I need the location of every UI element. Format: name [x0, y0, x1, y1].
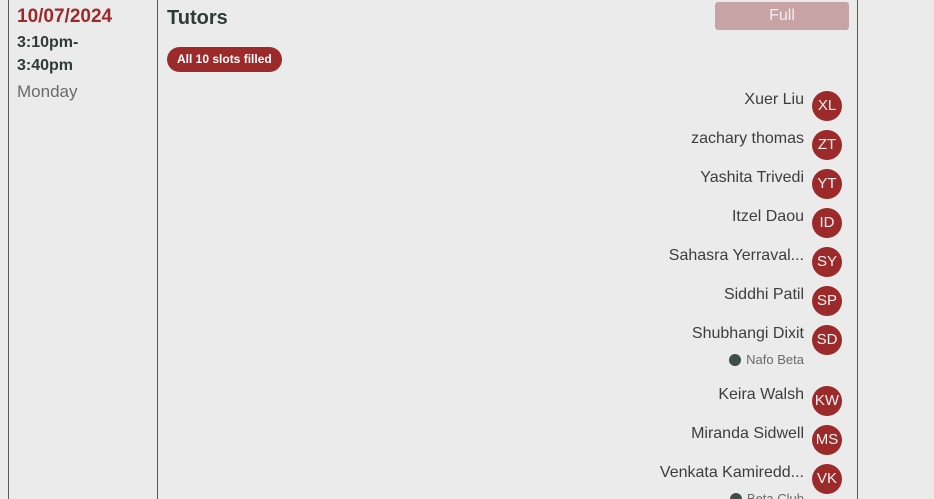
- tutor-name[interactable]: Sahasra Yerraval...: [669, 246, 804, 266]
- session-end-time: 3:40pm: [17, 57, 74, 74]
- club-dot-icon: [729, 493, 742, 499]
- session-time: 3:10pm- 3:40pm: [17, 31, 157, 77]
- tutor-avatar[interactable]: MS: [812, 425, 842, 455]
- tutor-club-label: Nafo Beta: [746, 352, 804, 367]
- tutor-item: Yashita Trivedi YT: [158, 168, 858, 207]
- tutor-club-tag: Beta Club: [729, 491, 804, 499]
- tutor-avatar[interactable]: ZT: [812, 130, 842, 160]
- club-dot-icon: [729, 354, 742, 366]
- tutor-avatar[interactable]: SD: [812, 325, 842, 355]
- tutor-item: Siddhi Patil SP: [158, 285, 858, 324]
- tutor-item: Keira Walsh KW: [158, 385, 858, 424]
- tutor-name[interactable]: Yashita Trivedi: [700, 168, 804, 188]
- tutor-name[interactable]: zachary thomas: [691, 129, 804, 149]
- tutor-name[interactable]: Miranda Sidwell: [691, 424, 804, 444]
- tutor-item: Shubhangi Dixit SD Nafo Beta: [158, 324, 858, 380]
- tutor-avatar[interactable]: ID: [812, 208, 842, 238]
- tutor-name[interactable]: Xuer Liu: [744, 90, 804, 110]
- session-date-column: 10/07/2024 3:10pm- 3:40pm Monday: [8, 0, 158, 499]
- tutor-club-label: Beta Club: [746, 491, 804, 499]
- tutor-list: Xuer Liu XL zachary thomas ZT Yashita Tr…: [158, 0, 858, 499]
- tutor-name[interactable]: Keira Walsh: [718, 385, 804, 405]
- tutor-name[interactable]: Venkata Kamiredd...: [660, 463, 804, 483]
- tutor-avatar[interactable]: VK: [812, 464, 842, 494]
- session-row: 10/07/2024 3:10pm- 3:40pm Monday Tutors …: [0, 0, 934, 499]
- tutor-item: Miranda Sidwell MS: [158, 424, 858, 463]
- tutor-item: Xuer Liu XL: [158, 90, 858, 129]
- tutor-item: Venkata Kamiredd... VK Beta Club: [158, 463, 858, 499]
- tutor-avatar[interactable]: SP: [812, 286, 842, 316]
- tutor-item: zachary thomas ZT: [158, 129, 858, 168]
- tutor-name[interactable]: Shubhangi Dixit: [692, 324, 804, 344]
- tutor-item: Sahasra Yerraval... SY: [158, 246, 858, 285]
- session-weekday: Monday: [17, 82, 78, 101]
- session-date: 10/07/2024: [17, 6, 113, 27]
- tutor-name[interactable]: Siddhi Patil: [724, 285, 804, 305]
- tutor-avatar[interactable]: YT: [812, 169, 842, 199]
- tutors-panel: Tutors Full All 10 slots filled Xuer Liu…: [158, 0, 858, 499]
- tutor-avatar[interactable]: SY: [812, 247, 842, 277]
- tutor-avatar[interactable]: XL: [812, 91, 842, 121]
- tutor-name[interactable]: Itzel Daou: [732, 207, 804, 227]
- tutor-club-tag: Nafo Beta: [729, 352, 804, 368]
- tutor-item: Itzel Daou ID: [158, 207, 858, 246]
- session-start-time: 3:10pm-: [17, 34, 79, 51]
- tutor-avatar[interactable]: KW: [812, 386, 842, 416]
